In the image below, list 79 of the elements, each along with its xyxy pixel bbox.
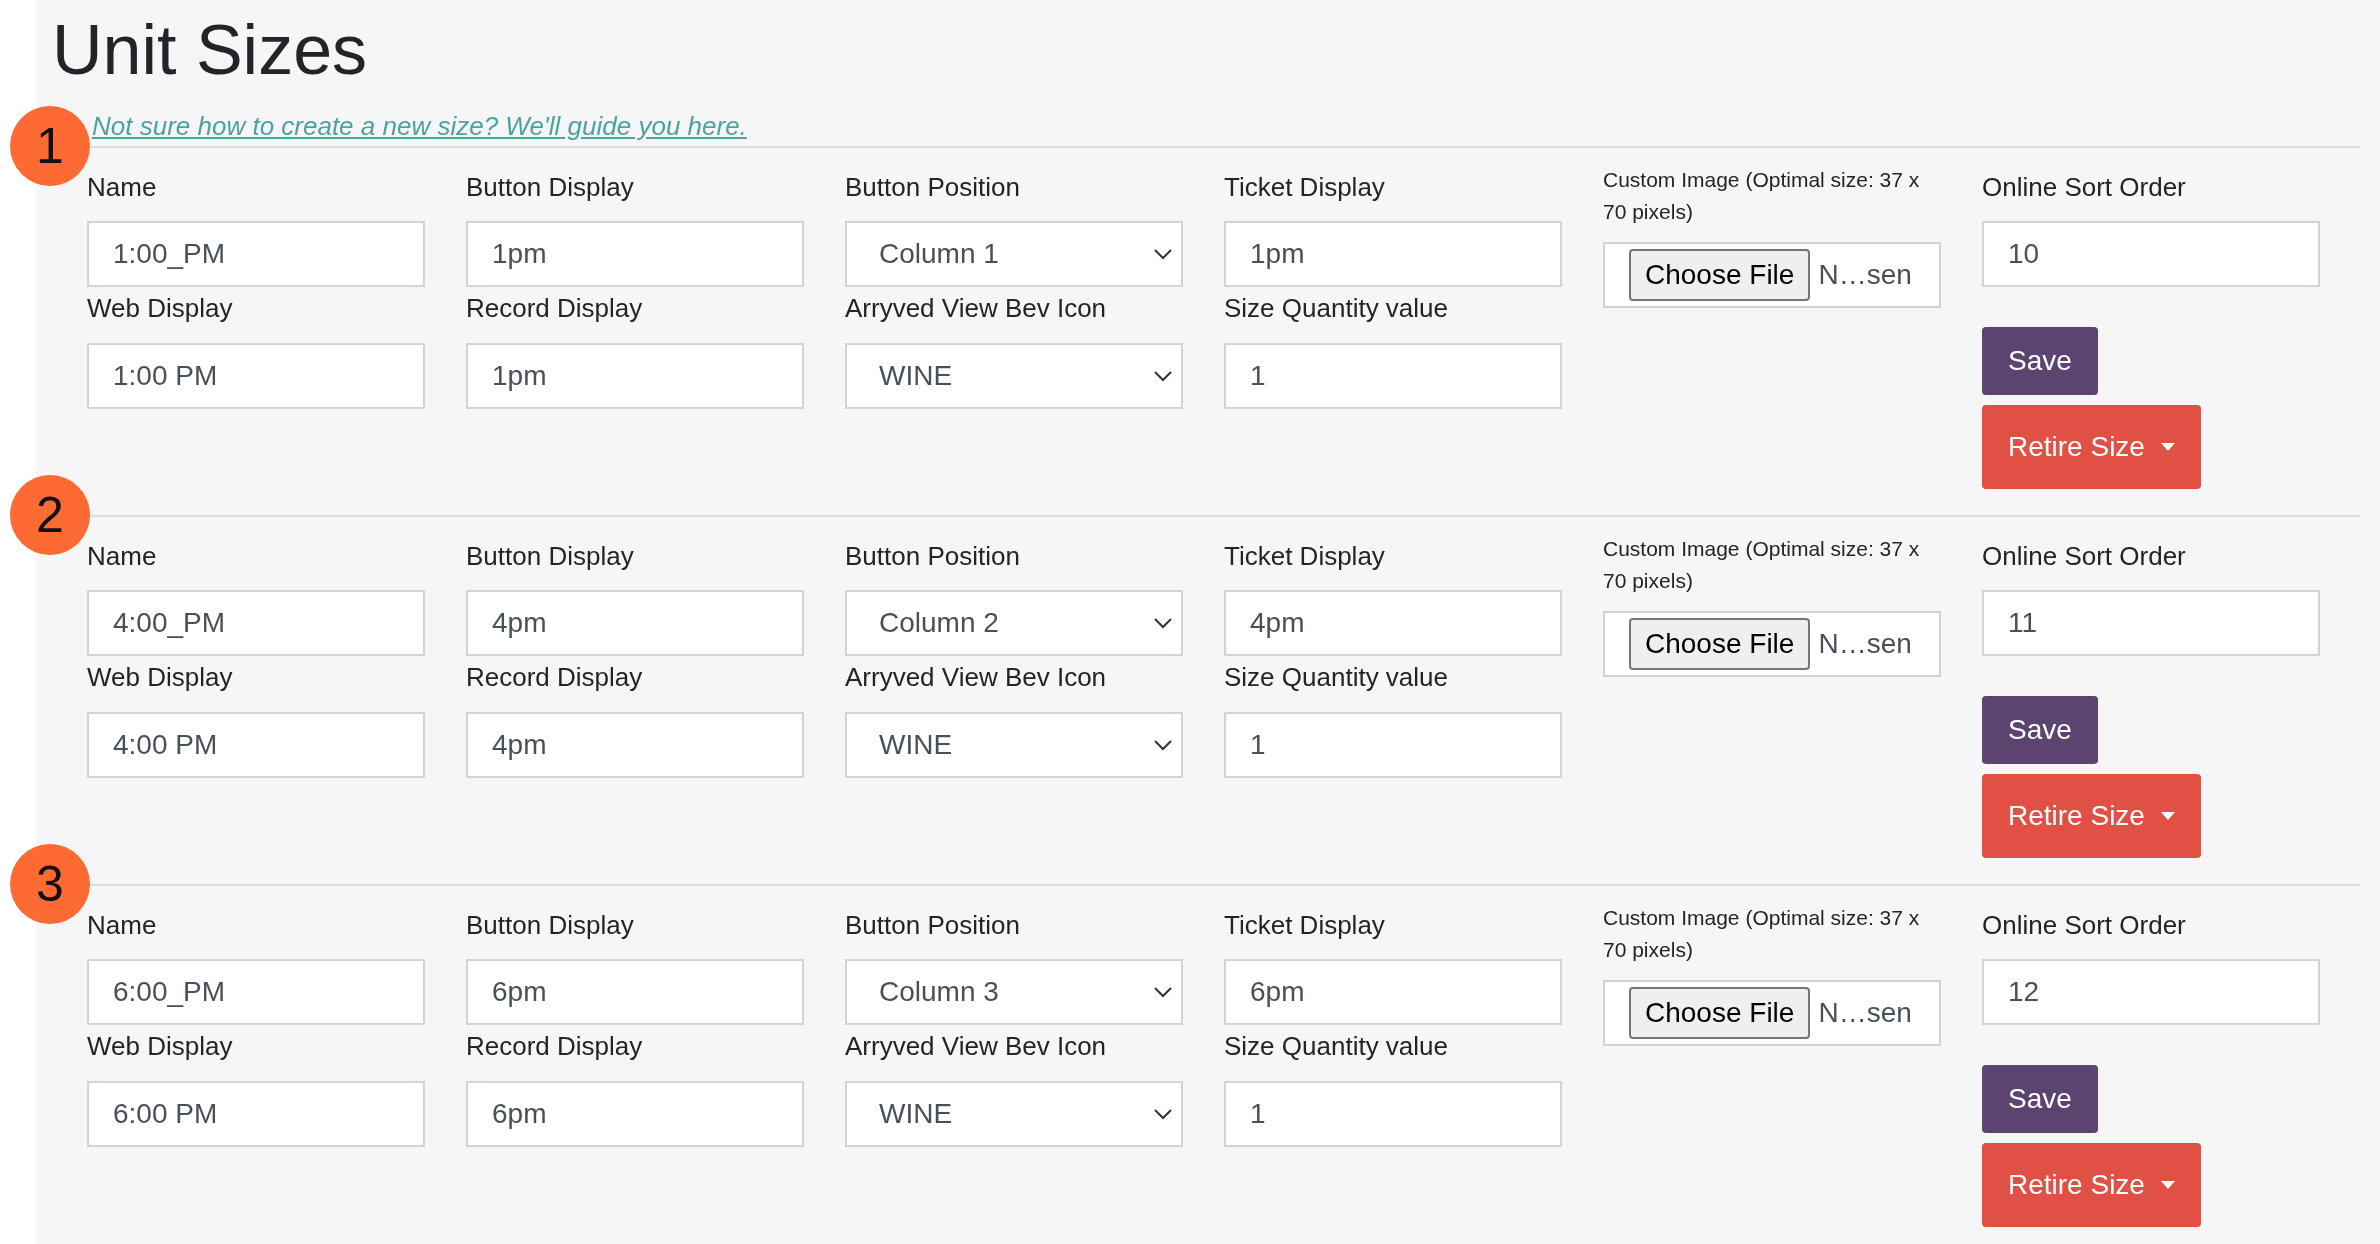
caret-icon: [2160, 1181, 2175, 1189]
dropdown[interactable]: WINE: [845, 712, 1183, 778]
field-label: Arryved View Bev Icon: [845, 1030, 1108, 1063]
caret-icon: [2160, 443, 2175, 451]
field-label: Web Display: [87, 661, 234, 694]
field-label: Button Position: [845, 540, 1021, 573]
text-input[interactable]: 1pm: [466, 221, 804, 287]
field-label: Record Display: [466, 1030, 644, 1063]
text-input[interactable]: 6pm: [466, 1081, 804, 1147]
field-label: Ticket Display: [1224, 540, 1386, 573]
text-input[interactable]: 1:00_PM: [87, 221, 425, 287]
text-input[interactable]: 4pm: [1224, 590, 1562, 656]
dropdown[interactable]: Column 2: [845, 590, 1183, 656]
save-button[interactable]: Save: [1982, 696, 2098, 764]
field-label: Arryved View Bev Icon: [845, 292, 1108, 325]
dropdown[interactable]: WINE: [845, 1081, 1183, 1147]
chevron-down-icon: [1153, 248, 1173, 260]
field-label: Size Quantity value: [1224, 661, 1449, 694]
text-input[interactable]: 4pm: [466, 590, 804, 656]
field-label: Online Sort Order: [1982, 909, 2186, 942]
field-label: Button Position: [845, 909, 1021, 942]
retire-size-button[interactable]: Retire Size: [1982, 774, 2201, 858]
text-input[interactable]: 6:00 PM: [87, 1081, 425, 1147]
field-label: Record Display: [466, 292, 644, 325]
text-input[interactable]: 10: [1982, 221, 2320, 287]
dropdown[interactable]: Column 3: [845, 959, 1183, 1025]
text-input[interactable]: 6pm: [466, 959, 804, 1025]
field-label: Ticket Display: [1224, 171, 1386, 204]
field-label: Button Position: [845, 171, 1021, 204]
field-label: Button Display: [466, 909, 635, 942]
chevron-down-icon: [1153, 1108, 1173, 1120]
field-label: Size Quantity value: [1224, 292, 1449, 325]
file-input[interactable]: Choose File N…sen: [1603, 980, 1941, 1046]
field-label: Button Display: [466, 171, 635, 204]
text-input[interactable]: 1:00 PM: [87, 343, 425, 409]
retire-size-button[interactable]: Retire Size: [1982, 1143, 2201, 1227]
chevron-down-icon: [1153, 617, 1173, 629]
step-number-badge: 1: [10, 106, 90, 186]
file-input[interactable]: Choose File N…sen: [1603, 611, 1941, 677]
chevron-down-icon: [1153, 986, 1173, 998]
text-input[interactable]: 1pm: [1224, 221, 1562, 287]
field-label: Custom Image (Optimal size: 37 x 70 pixels): [1603, 905, 1921, 963]
text-input[interactable]: 1pm: [466, 343, 804, 409]
text-input[interactable]: 6:00_PM: [87, 959, 425, 1025]
retire-size-button[interactable]: Retire Size: [1982, 405, 2201, 489]
text-input[interactable]: 12: [1982, 959, 2320, 1025]
file-input[interactable]: Choose File N…sen: [1603, 242, 1941, 308]
text-input[interactable]: 6pm: [1224, 959, 1562, 1025]
field-label: Arryved View Bev Icon: [845, 661, 1108, 694]
text-input[interactable]: 11: [1982, 590, 2320, 656]
chevron-down-icon: [1153, 739, 1173, 751]
field-label: Web Display: [87, 1030, 234, 1063]
dropdown[interactable]: WINE: [845, 343, 1183, 409]
text-input[interactable]: 1: [1224, 1081, 1562, 1147]
caret-icon: [2160, 812, 2175, 820]
field-label: Size Quantity value: [1224, 1030, 1449, 1063]
field-label: Online Sort Order: [1982, 540, 2186, 573]
page-title: Unit Sizes: [52, 10, 369, 90]
save-button[interactable]: Save: [1982, 1065, 2098, 1133]
text-input[interactable]: 4pm: [466, 712, 804, 778]
step-number-badge: 3: [10, 844, 90, 924]
field-label: Custom Image (Optimal size: 37 x 70 pixels): [1603, 536, 1921, 594]
save-button[interactable]: Save: [1982, 327, 2098, 395]
text-input[interactable]: 1: [1224, 343, 1562, 409]
dropdown[interactable]: Column 1: [845, 221, 1183, 287]
field-label: Custom Image (Optimal size: 37 x 70 pixels): [1603, 167, 1921, 225]
field-label: Record Display: [466, 661, 644, 694]
chevron-down-icon: [1153, 370, 1173, 382]
field-label: Name: [87, 909, 158, 942]
field-label: Button Display: [466, 540, 635, 573]
field-label: Name: [87, 540, 158, 573]
field-label: Online Sort Order: [1982, 171, 2186, 204]
field-label: Name: [87, 171, 158, 204]
step-number-badge: 2: [10, 475, 90, 555]
text-input[interactable]: 1: [1224, 712, 1562, 778]
field-label: Ticket Display: [1224, 909, 1386, 942]
text-input[interactable]: 4:00 PM: [87, 712, 425, 778]
field-label: Web Display: [87, 292, 234, 325]
text-input[interactable]: 4:00_PM: [87, 590, 425, 656]
